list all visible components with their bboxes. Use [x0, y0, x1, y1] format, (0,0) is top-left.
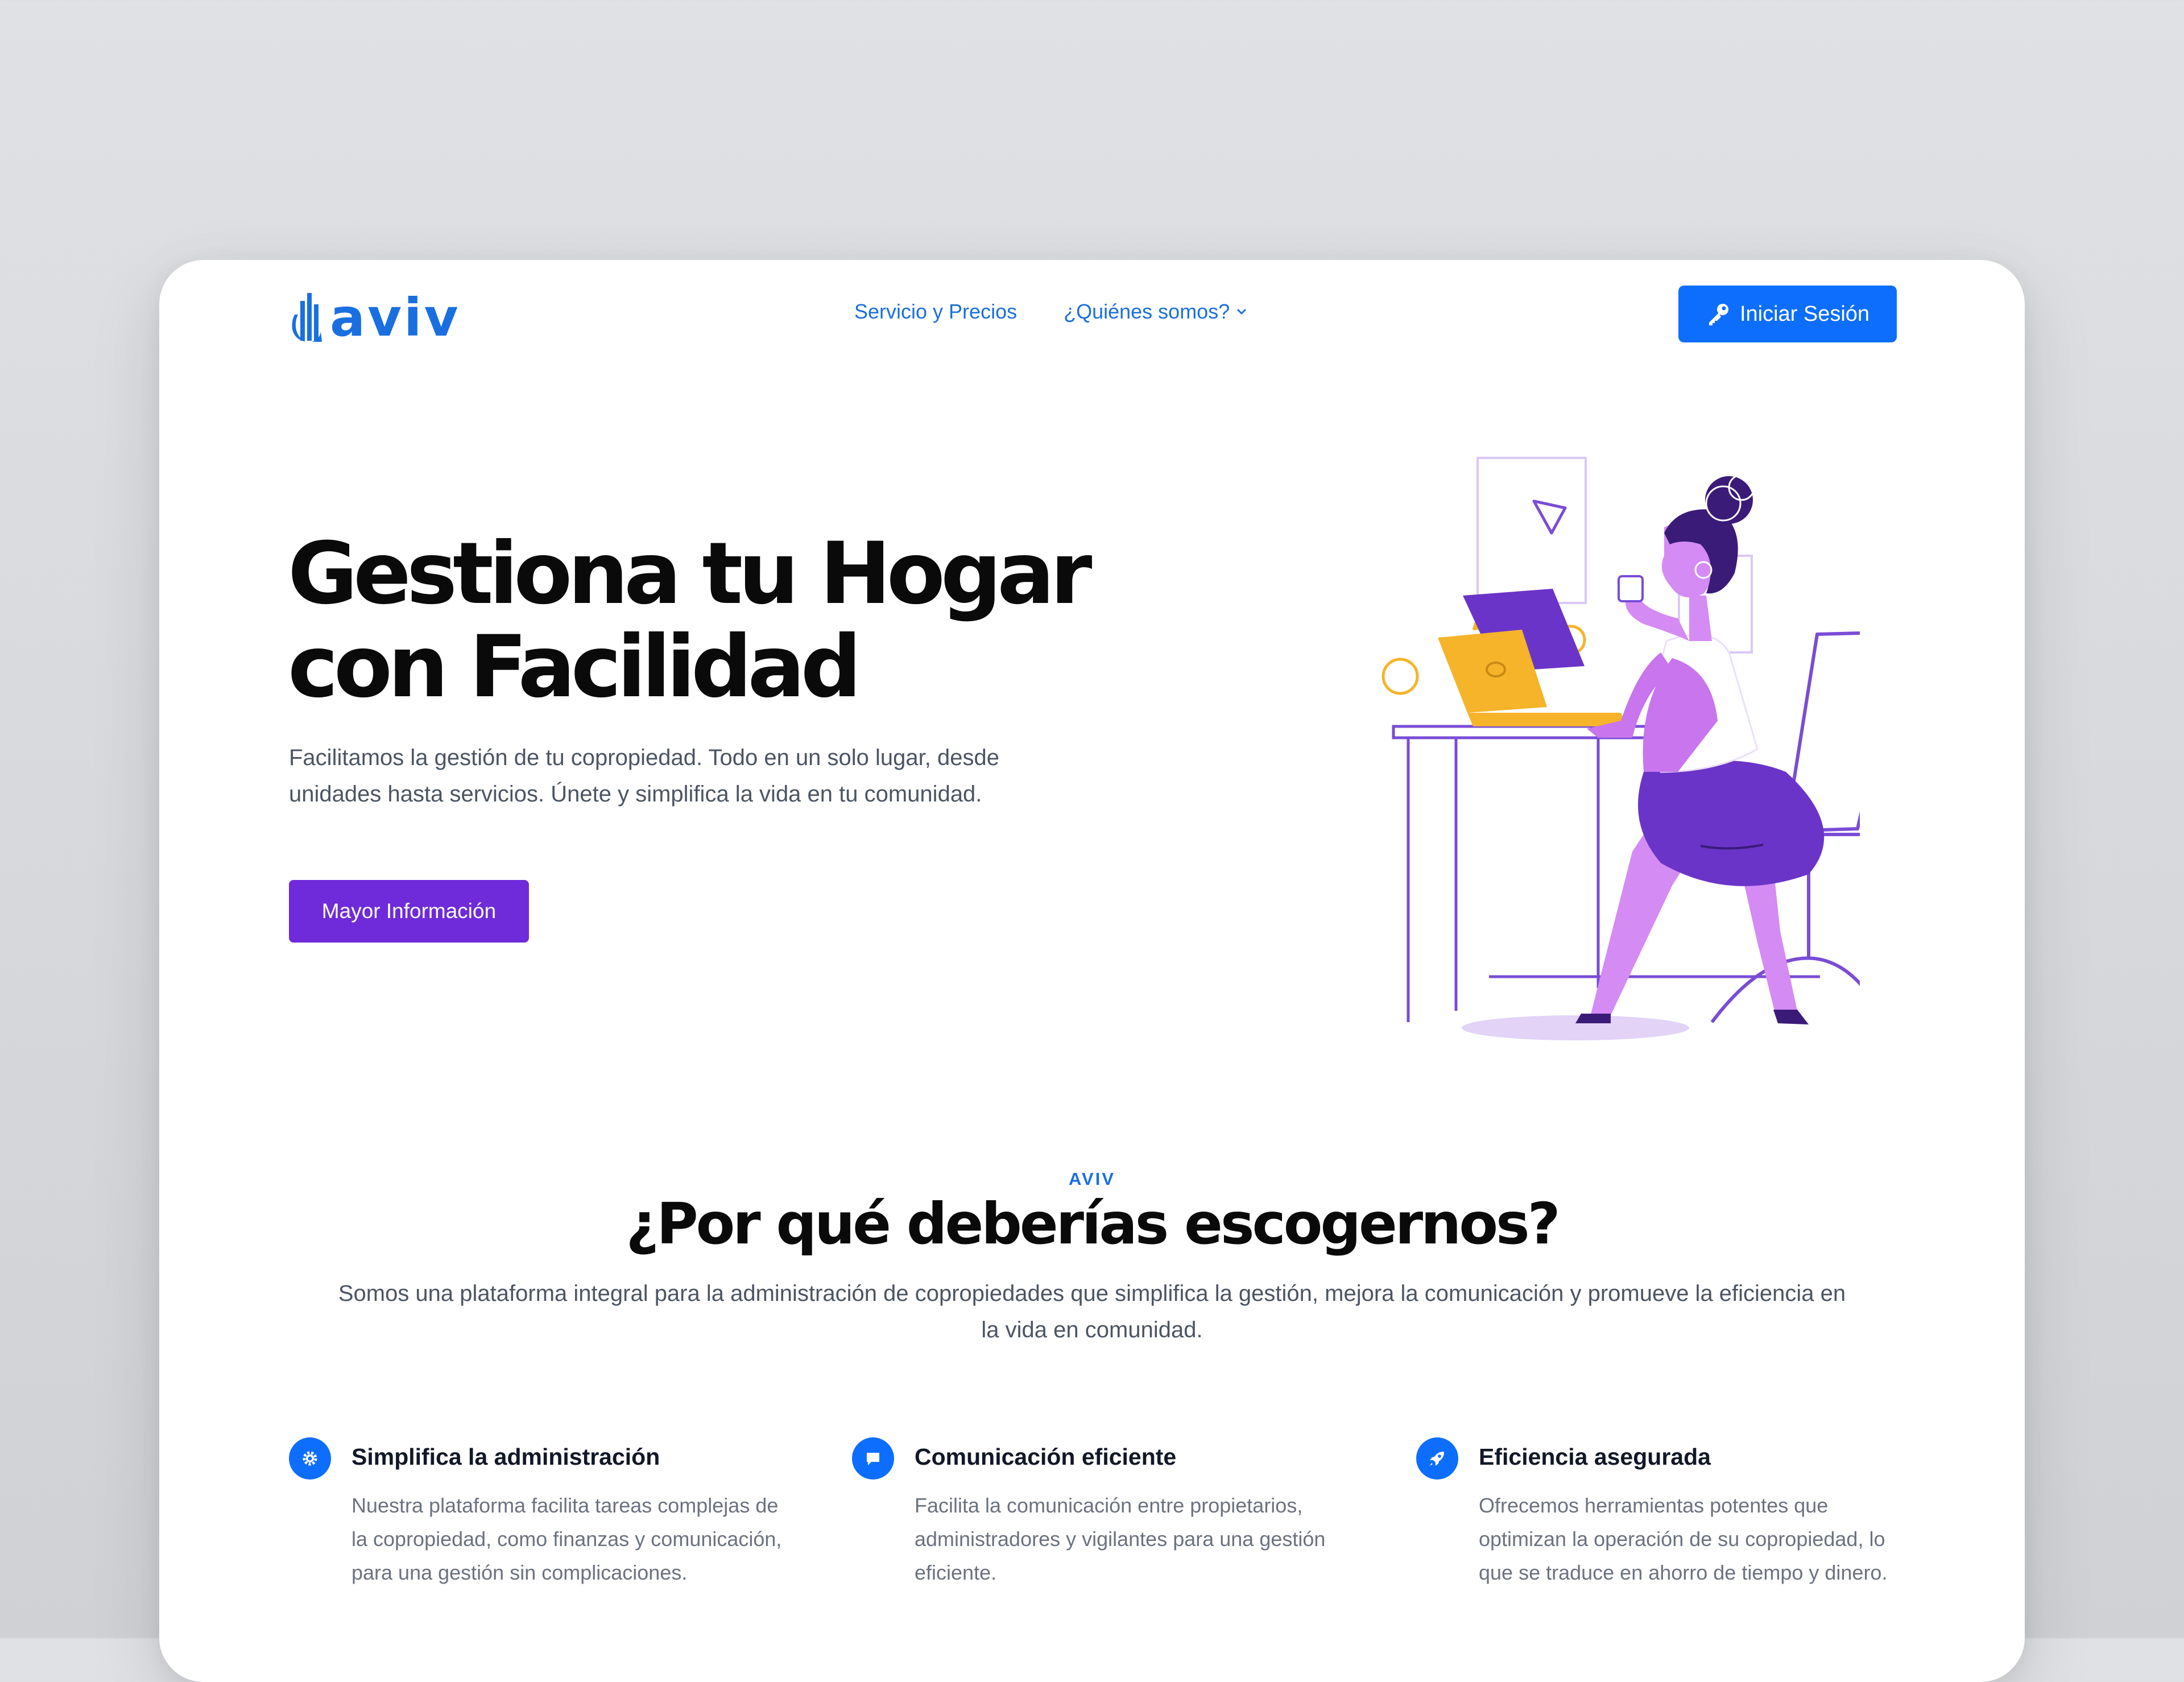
- hero-title: Gestiona tu Hogar con Facilidad: [288, 527, 1141, 714]
- section-eyebrow: AVIV: [1068, 1169, 1116, 1189]
- login-label: Iniciar Sesión: [1739, 301, 1870, 326]
- chevron-down-icon: [1237, 309, 1246, 315]
- nav-link-about[interactable]: ¿Quiénes somos?: [1064, 300, 1248, 324]
- hero-title-line-1: Gestiona tu Hogar: [288, 524, 1092, 623]
- section-description: Somos una plataforma integral para la ad…: [338, 1281, 1846, 1342]
- nav-label: ¿Quiénes somos?: [1064, 300, 1230, 323]
- woman-at-desk-illustration: [1381, 457, 1860, 1040]
- key-icon: [1709, 304, 1728, 325]
- main-nav: Servicio y Precios ¿Quiénes somos?: [854, 300, 1248, 324]
- hero-title-line-2: con Facilidad: [288, 618, 862, 717]
- feature-title: Simplifica la administración: [351, 1444, 660, 1470]
- rocket-icon: [1416, 1437, 1458, 1480]
- hero-description: Facilitamos la gestión de tu copropiedad…: [289, 745, 999, 807]
- more-info-button[interactable]: Mayor Información: [289, 880, 529, 943]
- section-title: ¿Por qué deberías escogernos?: [626, 1191, 1560, 1257]
- building-logo-icon: [292, 293, 322, 342]
- feature-text: Ofrecemos herramientas potentes que opti…: [1479, 1494, 1888, 1584]
- landing-page-card: aviv Servicio y Precios ¿Quiénes somos? …: [159, 260, 2025, 1682]
- feature-text: Facilita la comunicación entre propietar…: [915, 1494, 1326, 1584]
- gear-icon: [289, 1437, 331, 1480]
- chat-icon: [852, 1437, 894, 1480]
- nav-link-services[interactable]: Servicio y Precios: [854, 300, 1017, 324]
- nav-label: Servicio y Precios: [854, 300, 1017, 323]
- logo-text: aviv: [330, 287, 461, 348]
- login-button[interactable]: Iniciar Sesión: [1678, 286, 1897, 342]
- feature-title: Comunicación eficiente: [915, 1444, 1177, 1470]
- aviv-logo[interactable]: aviv: [289, 290, 461, 346]
- feature-text: Nuestra plataforma facilita tareas compl…: [351, 1494, 782, 1584]
- feature-title: Eficiencia asegurada: [1479, 1444, 1711, 1470]
